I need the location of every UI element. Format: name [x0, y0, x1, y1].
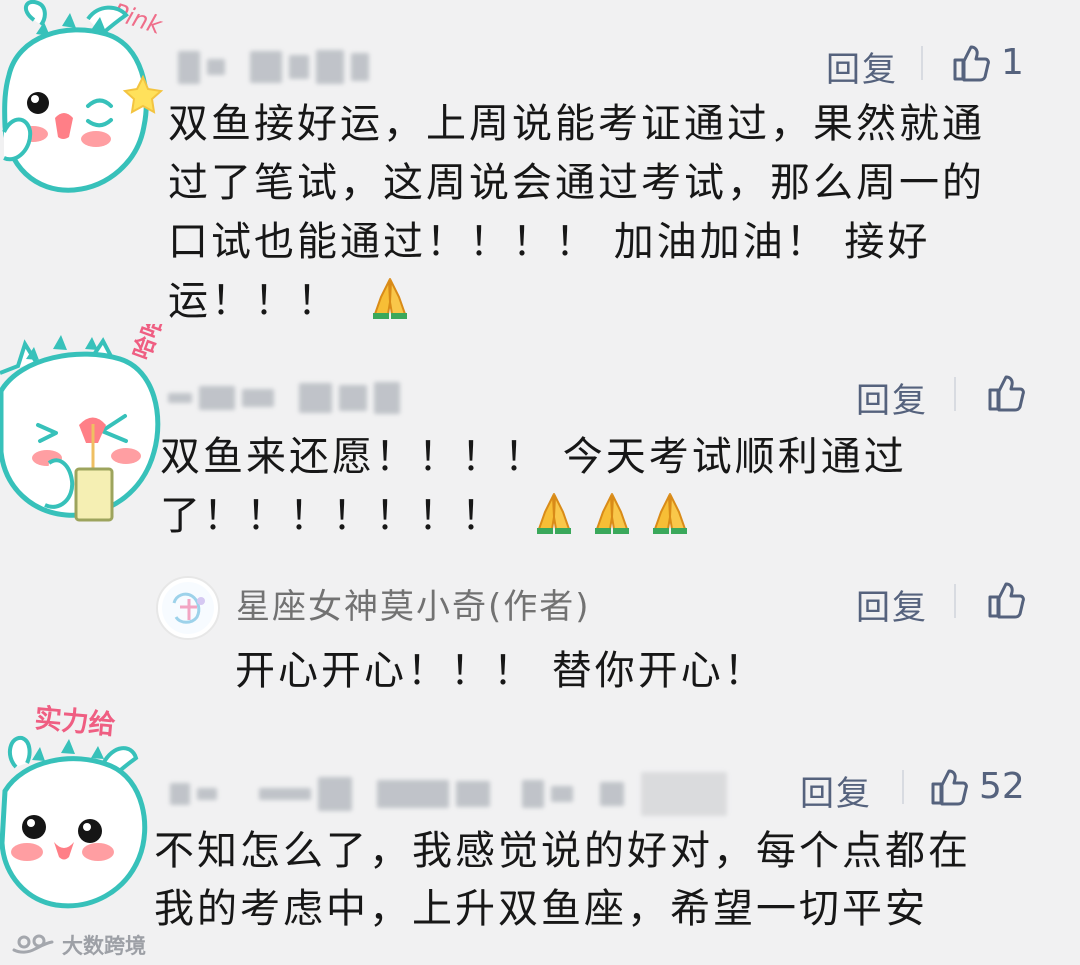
watermark: 大数跨境	[10, 930, 146, 960]
thumbs-up-icon	[953, 45, 990, 81]
sticker-text-3: 实力给	[33, 702, 116, 741]
comment-text-3: 不知怎么了，我感觉说的好对，每个点都在 我的考虑中，上升双鱼座，希望一切平安	[154, 822, 971, 938]
author-avatar	[156, 576, 220, 640]
author-reply-text: 开心开心！！！ 替你开心！	[235, 648, 767, 694]
thumbs-up-icon	[988, 375, 1025, 412]
sticker-text-2: 哈哈	[129, 324, 169, 363]
folded-hands-icon	[536, 493, 571, 534]
thumbs-up-icon	[931, 769, 968, 805]
blurred-username-2	[168, 382, 400, 414]
comment-text-1: 双鱼接好运，上周说能考证通过，果然就通 过了笔试，这周说会通过考试，那么周一的 …	[168, 95, 985, 331]
folded-hands-icon	[594, 493, 629, 534]
reply-button-author[interactable]: 回复	[856, 580, 928, 629]
like-button-author[interactable]	[986, 580, 1026, 620]
action-divider-1	[921, 46, 923, 80]
comment-2-line-2: 了！！！！！！！	[160, 487, 907, 546]
comment-1-line-3: 口试也能通过！！！！ 加油加油！ 接好	[168, 219, 931, 265]
author-name[interactable]: 星座女神莫小奇(作者)	[236, 579, 591, 628]
folded-hands-icon	[372, 278, 407, 319]
like-count-1: 1	[1001, 42, 1024, 83]
comment-1-line-2: 过了笔试，这周说会通过考试，那么周一的	[168, 160, 985, 206]
watermark-text: 大数跨境	[62, 934, 146, 958]
reply-button-1[interactable]: 回复	[826, 42, 898, 91]
like-button-1[interactable]: 1	[951, 42, 1024, 83]
avatar-sticker-3: 实力给	[0, 694, 165, 909]
like-button-2[interactable]	[986, 373, 1026, 413]
comment-1-line-4: 运！！！	[168, 272, 985, 331]
action-divider-3	[902, 770, 904, 804]
like-button-3[interactable]: 52	[929, 766, 1025, 807]
comment-1-line-4-text: 运！！！	[168, 278, 340, 324]
folded-hands-icon	[652, 493, 687, 534]
action-divider-2	[954, 377, 956, 411]
blurred-username-3	[170, 772, 727, 816]
reply-button-3[interactable]: 回复	[800, 766, 872, 815]
comment-3-line-1: 不知怎么了，我感觉说的好对，每个点都在	[154, 828, 971, 874]
action-divider-author	[954, 584, 956, 618]
blurred-username-1	[178, 50, 369, 84]
comment-2-line-2-text: 了！！！！！！！	[160, 493, 504, 539]
comment-2-line-1: 双鱼来还愿！！！！ 今天考试顺利通过	[160, 434, 907, 480]
watermark-logo-icon	[12, 934, 54, 954]
like-count-3: 52	[979, 766, 1025, 807]
avatar-sticker-2: 哈哈	[0, 311, 169, 522]
comment-1-line-1: 双鱼接好运，上周说能考证通过，果然就通	[168, 101, 985, 147]
comment-3-line-2: 我的考虑中，上升双鱼座，希望一切平安	[154, 886, 928, 932]
reply-button-2[interactable]: 回复	[856, 373, 928, 422]
avatar-sticker-1: Pink	[0, 0, 166, 193]
thumbs-up-icon	[988, 582, 1025, 619]
comment-text-2: 双鱼来还愿！！！！ 今天考试顺利通过 了！！！！！！！	[160, 428, 907, 546]
